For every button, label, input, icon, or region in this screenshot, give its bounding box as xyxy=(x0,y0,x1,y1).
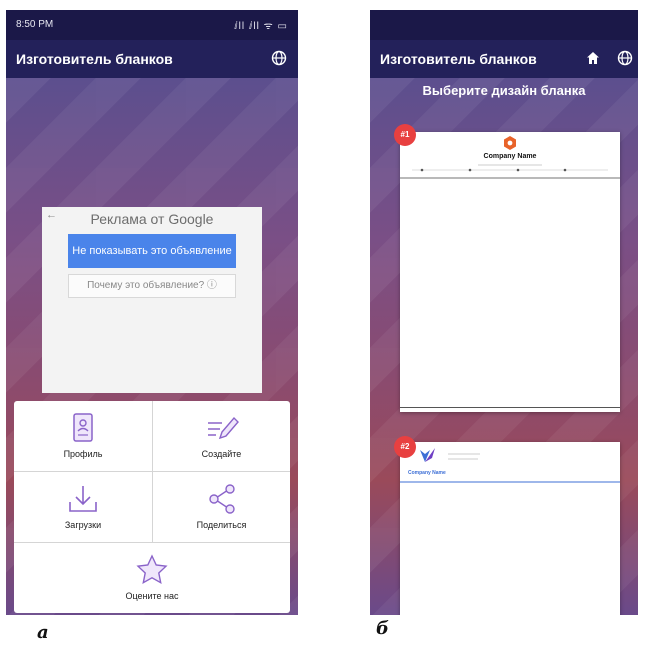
letterhead-preview-1 xyxy=(400,136,620,179)
status-bar xyxy=(370,10,638,40)
template-badge-2: #2 xyxy=(394,436,416,458)
status-bar: 8:50 PM ⅈll ⅈll ᯤ ▭ xyxy=(6,10,298,40)
main-menu: Профиль Создайте Загрузки Поделиться Оце… xyxy=(14,401,290,613)
app-title: Изготовитель бланков xyxy=(16,51,173,67)
globe-icon[interactable] xyxy=(268,47,290,69)
menu-rate[interactable]: Оцените нас xyxy=(14,543,290,613)
menu-label: Создайте xyxy=(201,449,242,459)
template-company-name: Company Name xyxy=(408,470,446,476)
download-icon xyxy=(14,482,152,516)
letterhead-preview-2 xyxy=(400,448,620,483)
star-icon xyxy=(14,553,290,587)
screen-a: 8:50 PM ⅈll ⅈll ᯤ ▭ Изготовитель бланков… xyxy=(6,10,298,615)
menu-label: Оцените нас xyxy=(125,591,179,601)
menu-label: Профиль xyxy=(63,449,103,459)
hide-ad-button[interactable]: Не показывать это объявление xyxy=(68,234,236,268)
template-card-1[interactable]: Company Name xyxy=(400,132,620,412)
app-bar: Изготовитель бланков xyxy=(6,40,298,78)
menu-label: Загрузки xyxy=(64,520,102,530)
home-icon[interactable] xyxy=(582,47,604,69)
menu-label: Поделиться xyxy=(196,520,247,530)
ad-heading: Реклама от Google xyxy=(90,211,214,227)
share-icon xyxy=(153,482,290,516)
template-badge-1: #1 xyxy=(394,124,416,146)
app-bar: Изготовитель бланков xyxy=(370,40,638,78)
caption-a: а xyxy=(37,622,49,643)
menu-downloads[interactable]: Загрузки xyxy=(14,472,153,543)
create-icon xyxy=(153,411,290,445)
globe-icon[interactable] xyxy=(614,47,636,69)
caption-b: б xyxy=(376,618,389,639)
menu-share[interactable]: Поделиться xyxy=(153,472,290,543)
template-card-2[interactable]: Company Name xyxy=(400,442,620,615)
page-title: Выберите дизайн бланка xyxy=(422,83,586,98)
template-company-name: Company Name xyxy=(483,153,537,160)
status-icons: ⅈll ⅈll ᯤ ▭ xyxy=(234,21,288,32)
menu-profile[interactable]: Профиль xyxy=(14,401,153,472)
menu-create[interactable]: Создайте xyxy=(153,401,290,472)
app-title: Изготовитель бланков xyxy=(380,51,537,67)
why-ad-button[interactable]: Почему это объявление? ⓘ xyxy=(68,274,236,298)
ad-panel: ← Реклама от Google Не показывать это об… xyxy=(42,207,262,393)
profile-icon xyxy=(14,411,152,445)
status-time: 8:50 PM xyxy=(16,19,54,30)
footer-line xyxy=(400,407,620,408)
screen-b: Изготовитель бланков Выберите дизайн бла… xyxy=(370,10,638,615)
